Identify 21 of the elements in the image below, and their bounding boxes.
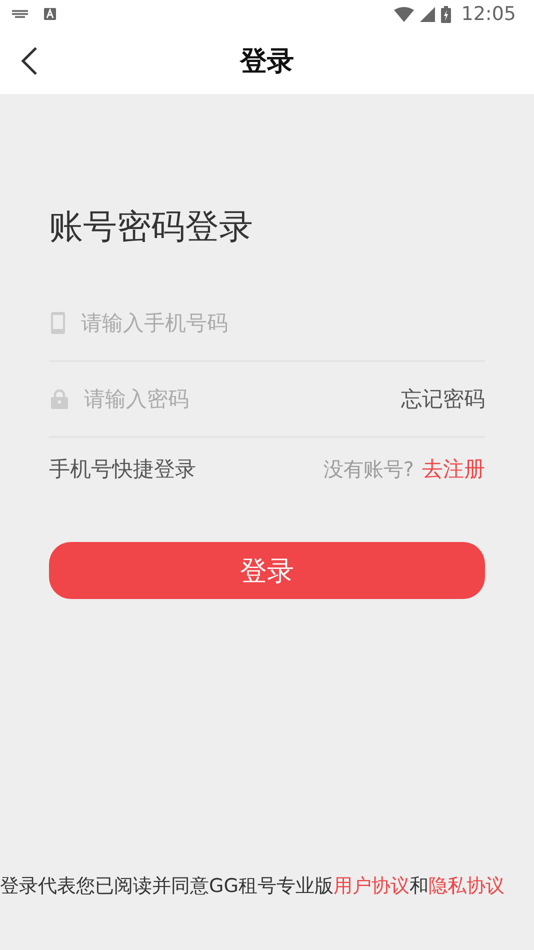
- privacy-policy-link[interactable]: 隐私协议: [428, 875, 504, 897]
- quick-login-link[interactable]: 手机号快捷登录: [49, 455, 196, 483]
- login-heading: 账号密码登录: [49, 206, 254, 249]
- register-link[interactable]: 去注册: [422, 455, 485, 483]
- lock-icon: [51, 389, 68, 409]
- phone-icon: [51, 312, 65, 334]
- page-title: 登录: [240, 45, 294, 79]
- back-icon[interactable]: [20, 46, 38, 76]
- password-input[interactable]: 请输入密码: [82, 386, 387, 412]
- no-account-text: 没有账号?: [323, 456, 414, 482]
- battery-icon: [441, 6, 452, 22]
- phone-input[interactable]: 请输入手机号码: [79, 310, 485, 336]
- status-time: 12:05: [461, 3, 516, 25]
- login-button[interactable]: 登录: [49, 542, 485, 599]
- text-icon: [44, 8, 56, 20]
- forgot-password-link[interactable]: 忘记密码: [401, 385, 485, 413]
- user-agreement-link[interactable]: 用户协议: [333, 875, 410, 897]
- agreement-text: 登录代表您已阅读并同意GG租号专业版用户协议和隐私协议: [0, 874, 506, 898]
- keyboard-icon: [12, 10, 28, 18]
- signal-icon: [420, 6, 436, 22]
- wifi-icon: [394, 6, 414, 22]
